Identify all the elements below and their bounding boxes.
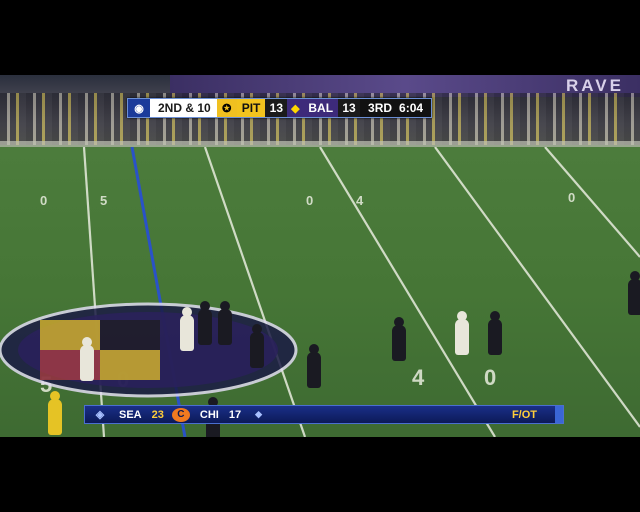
football-field: 0 5 0 4 0 5 0 4 0: [0, 147, 640, 437]
player: [48, 391, 62, 435]
yard-number: 4: [412, 365, 425, 390]
yard-line: [544, 147, 640, 258]
yard-number: 0: [40, 193, 47, 208]
broadcast-frame: RAVE 0 5 0 4 0 5 0 4 0: [0, 75, 640, 437]
player: [488, 311, 502, 355]
yard-line: [319, 147, 496, 437]
player: [250, 324, 264, 368]
ticker-team-a: SEA: [119, 408, 142, 421]
down-and-distance: 2ND & 10: [150, 99, 217, 117]
player: [198, 301, 212, 345]
player: [80, 337, 94, 381]
bears-logo-icon: C: [171, 407, 190, 422]
league-badge-icon: ◆: [255, 409, 262, 419]
score-bug: ◉ 2ND & 10 ✪ PIT 13 ◆ BAL 13 3RD 6:04: [127, 98, 433, 118]
yard-number: 5: [100, 193, 107, 208]
player: [628, 271, 640, 315]
score-ticker: ◈ SEA 23 C CHI 17 ◆ F/OT: [84, 405, 564, 424]
yard-number: 0: [484, 365, 496, 390]
ticker-score-b: 17: [228, 408, 242, 421]
ticker-team-b: CHI: [199, 408, 219, 421]
yard-number: 4: [356, 193, 364, 208]
nfl-network-icon: ◈: [95, 409, 105, 421]
team1-score: 13: [265, 99, 288, 117]
yard-number: 0: [568, 190, 575, 205]
ticker-endcap: [555, 406, 563, 423]
cbs-eye-icon: ◉: [128, 99, 150, 117]
team2-abbr: BAL: [303, 99, 339, 117]
yard-number: 0: [306, 193, 313, 208]
team1-abbr: PIT: [236, 99, 266, 117]
player: [392, 317, 406, 361]
player: [307, 344, 321, 388]
game-clock: 6:04: [397, 99, 432, 117]
steelers-logo-icon: ✪: [216, 99, 237, 117]
team2-score: 13: [338, 99, 361, 117]
player: [180, 307, 194, 351]
ravens-logo-icon: ◆: [287, 99, 304, 117]
yard-line: [434, 147, 640, 428]
player: [218, 301, 232, 345]
ticker-score-a: 23: [151, 408, 164, 421]
quarter: 3RD: [360, 99, 398, 117]
ticker-game-status: F/OT: [511, 408, 537, 421]
player: [455, 311, 469, 355]
